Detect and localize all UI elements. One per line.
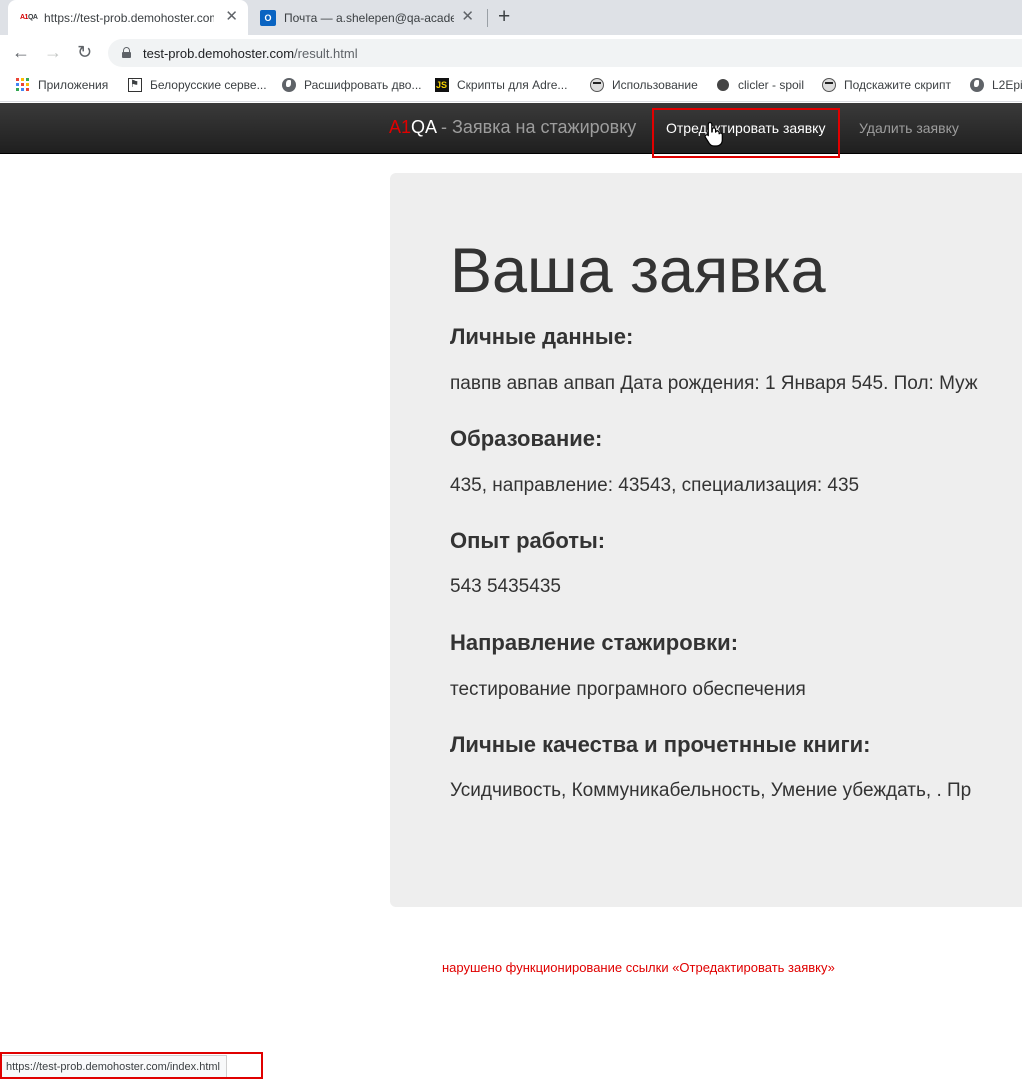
forward-arrow-icon[interactable]: → [44, 41, 62, 63]
browser-toolbar: ← → ↻ test-prob.demohoster.com/result.ht… [0, 35, 1022, 70]
tab-separator [487, 9, 488, 27]
bookmark-belarus-servers[interactable]: ⚑ Белорусские серве... [127, 77, 267, 92]
bookmark-decrypt[interactable]: Расшифровать дво... [281, 77, 421, 92]
status-highlight-box [0, 1052, 263, 1079]
counter-strike-icon: ⚑ [127, 77, 142, 92]
bookmark-scripts[interactable]: JS Скрипты для Adre... [434, 77, 567, 92]
a1qa-favicon-icon: A1QA [20, 14, 38, 21]
bookmark-label: Приложения [38, 77, 109, 92]
face-icon [589, 77, 604, 92]
url-text[interactable]: test-prob.demohoster.com/result.html [143, 46, 358, 61]
delete-application-link[interactable]: Удалить заявку [859, 120, 959, 136]
bookmark-label: Скрипты для Adre... [457, 77, 568, 92]
bookmark-label: L2Epi [992, 77, 1022, 92]
application-card: Ваша заявка Личные данные: павпв авпав а… [390, 173, 1022, 907]
bug-annotation-text: нарушено функционирование ссылки «Отреда… [442, 960, 835, 975]
new-tab-button[interactable]: + [498, 5, 510, 29]
page-title: Ваша заявка [450, 236, 826, 306]
lock-icon[interactable] [122, 47, 131, 58]
section-heading-qualities: Личные качества и прочетнные книги: [450, 732, 871, 757]
hand-pointer-cursor-icon [704, 121, 723, 147]
tab-mail[interactable]: O Почта — a.shelepen@qa-academy.by ✕ [252, 0, 484, 35]
close-icon[interactable]: ✕ [225, 9, 238, 25]
section-text-qualities: Усидчивость, Коммуникабельность, Умение … [450, 780, 972, 801]
globe-icon [281, 77, 296, 92]
section-heading-direction: Направление стажировки: [450, 630, 739, 655]
site-navbar: A1QA - Заявка на стажировку Отредактиров… [0, 103, 1022, 154]
back-arrow-icon[interactable]: ← [12, 41, 30, 63]
dot-icon [715, 77, 730, 92]
section-text-direction: тестирование програмного обеспечения [450, 679, 806, 700]
bookmark-label: Расшифровать дво... [304, 77, 422, 92]
bookmark-usage[interactable]: Использование [589, 77, 698, 92]
site-brand[interactable]: A1QA - Заявка на стажировку [389, 117, 636, 138]
section-heading-education: Образование: [450, 426, 603, 451]
tab-title: https://test-prob.demohoster.com/result.… [44, 10, 214, 25]
bookmark-label: Белорусские серве... [150, 77, 267, 92]
section-text-personal: павпв авпав апвап Дата рождения: 1 Январ… [450, 373, 978, 394]
section-heading-experience: Опыт работы: [450, 528, 606, 553]
bookmarks-bar: Приложения ⚑ Белорусские серве... Расшиф… [0, 70, 1022, 102]
bookmark-script-help[interactable]: Подскажите скрипт [821, 77, 951, 92]
bookmark-l2epic[interactable]: L2Epi [969, 77, 1022, 92]
bookmark-apps[interactable]: Приложения [15, 77, 108, 92]
bookmark-clicler[interactable]: clicler - spoil [715, 77, 804, 92]
js-icon: JS [434, 77, 449, 92]
tab-result[interactable]: A1QA https://test-prob.demohoster.com/re… [8, 0, 248, 35]
outlook-icon: O [260, 9, 276, 26]
section-heading-personal: Личные данные: [450, 324, 634, 349]
browser-tab-strip: A1QA https://test-prob.demohoster.com/re… [0, 0, 1022, 35]
section-text-education: 435, направление: 43543, специализация: … [450, 475, 860, 496]
face-icon [821, 77, 836, 92]
apps-grid-icon [15, 77, 30, 92]
reload-icon[interactable]: ↻ [77, 41, 92, 63]
edit-link-highlight-box [652, 108, 840, 158]
bookmark-label: clicler - spoil [738, 77, 805, 92]
address-bar[interactable]: test-prob.demohoster.com/result.html [108, 39, 1022, 67]
tab-title: Почта — a.shelepen@qa-academy.by [284, 10, 454, 25]
globe-icon [969, 77, 984, 92]
section-text-experience: 543 5435435 [450, 576, 561, 597]
bookmark-label: Подскажите скрипт [844, 77, 951, 92]
close-icon[interactable]: ✕ [461, 9, 474, 25]
bookmark-label: Использование [612, 77, 698, 92]
